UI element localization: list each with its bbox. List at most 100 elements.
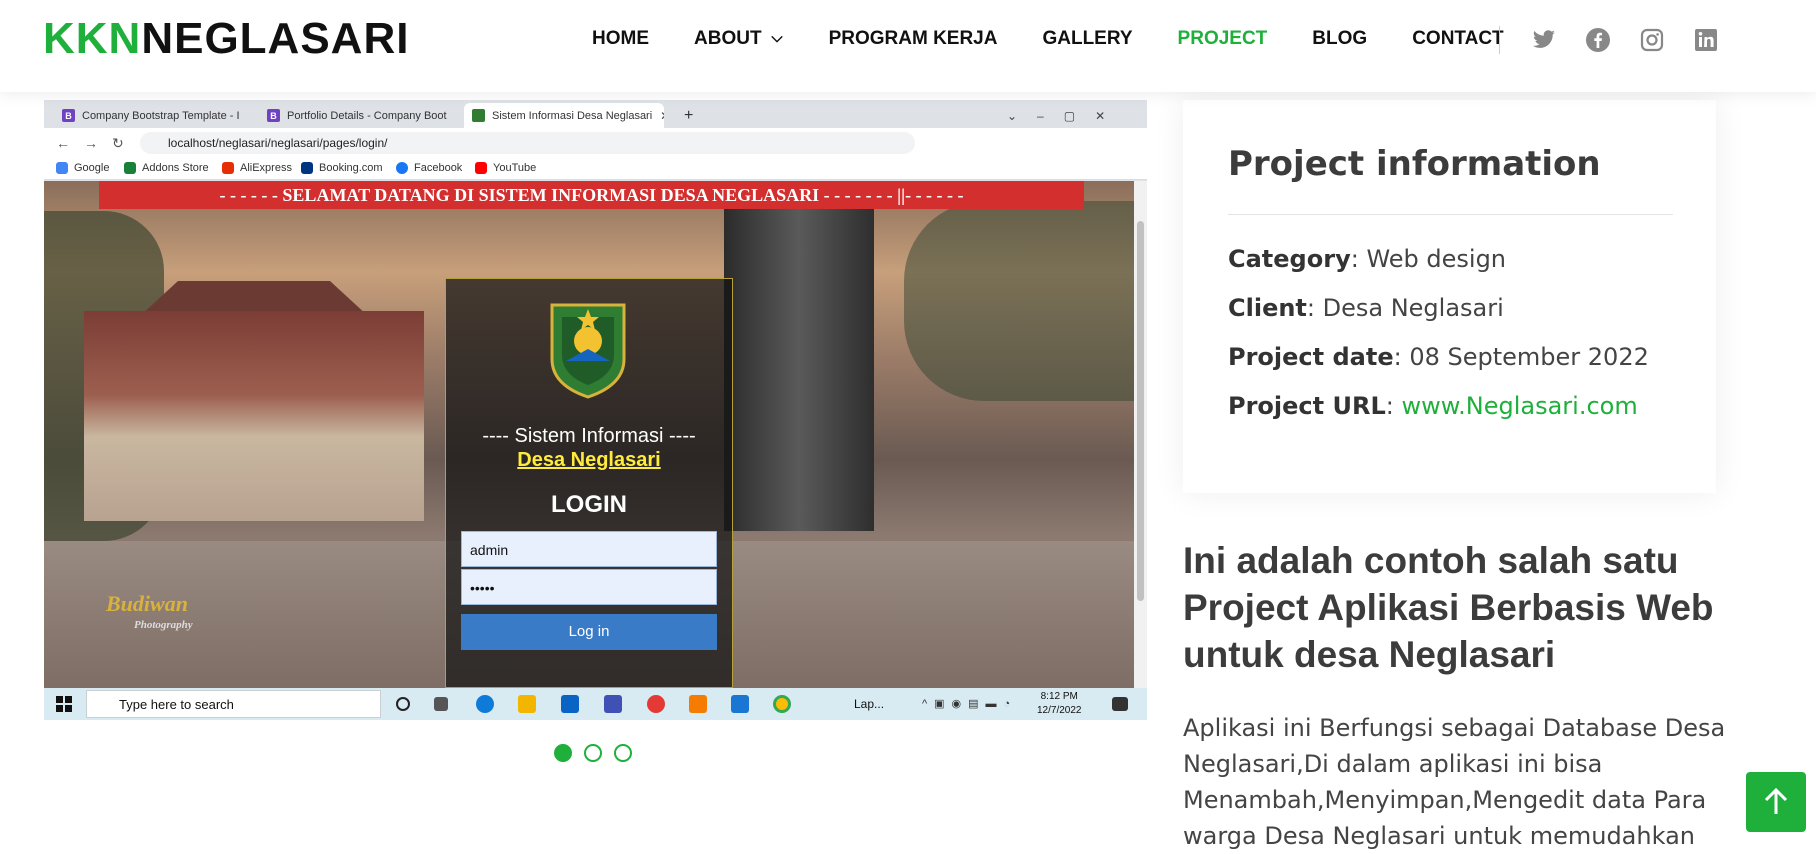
taskbar-search: Type here to search (86, 690, 381, 718)
bookmark: Addons Store (124, 162, 209, 174)
nav-gallery[interactable]: GALLERY (1042, 28, 1132, 50)
date-label: Project date (1228, 343, 1394, 371)
photography-watermark: Budiwan (106, 591, 188, 616)
nav-divider (1499, 26, 1500, 54)
main-nav: HOME ABOUT PROGRAM KERJA GALLERY PROJECT… (592, 28, 1549, 50)
system-tray-icons: ^▣◉▤▬◔ (922, 698, 1018, 710)
bookmark: Booking.com (301, 162, 383, 174)
bootstrap-icon: B (267, 109, 280, 122)
nav-about[interactable]: ABOUT (694, 28, 784, 50)
browser-tab-label: Portfolio Details - Company Boot (287, 109, 447, 122)
folder-icon (518, 695, 536, 713)
vscode-icon (731, 695, 749, 713)
bookmark: AliExpress (222, 162, 292, 174)
carousel-dot[interactable] (614, 744, 632, 762)
bookmark-label: AliExpress (240, 162, 292, 174)
login-button: Log in (461, 614, 717, 650)
login-subtitle: Desa Neglasari (517, 449, 661, 471)
project-url: Project URL: www.Neglasari.com (1228, 392, 1638, 420)
divider (1228, 214, 1673, 215)
project-client: Client: Desa Neglasari (1228, 294, 1504, 322)
facebook-icon[interactable] (1584, 26, 1612, 54)
taskbar-clock: 8:12 PM 12/7/2022 (1037, 690, 1082, 718)
category-label: Category (1228, 245, 1351, 273)
carousel-dot[interactable] (554, 744, 572, 762)
linkedin-icon[interactable] (1692, 26, 1720, 54)
welcome-banner: - - - - - - SELAMAT DATANG DI SISTEM INF… (99, 181, 1084, 209)
login-panel: ---- Sistem Informasi ---- Desa Neglasar… (445, 278, 733, 688)
bootstrap-icon: B (62, 109, 75, 122)
notification-icon (1112, 697, 1128, 711)
site-header: KKNNEGLASARI HOME ABOUT PROGRAM KERJA GA… (0, 0, 1816, 92)
logo-part-neglasari: NEGLASARI (141, 14, 410, 63)
project-info-box: Project information Category: Web design… (1183, 100, 1716, 493)
twitter-icon[interactable] (1530, 26, 1558, 54)
project-category: Category: Web design (1228, 245, 1507, 273)
browser-nav-icons: ←→↻ (56, 135, 138, 151)
taskbar-app-label: Lap... (854, 697, 885, 711)
chevron-down-icon (770, 35, 783, 43)
nav-home[interactable]: HOME (592, 28, 649, 50)
password-field: ••••• (461, 569, 717, 605)
nav-blog-label: BLOG (1312, 28, 1368, 49)
project-date: Project date: 08 September 2022 (1228, 343, 1649, 371)
nav-blog[interactable]: BLOG (1312, 28, 1367, 50)
clock-time: 8:12 PM (1040, 691, 1078, 702)
nav-contact[interactable]: CONTACT (1412, 28, 1503, 50)
nav-program-kerja[interactable]: PROGRAM KERJA (829, 28, 998, 50)
browser-tab: B Company Bootstrap Template - I (54, 103, 252, 128)
browser-tab: B Portfolio Details - Company Boot (259, 103, 459, 128)
client-label: Client (1228, 294, 1307, 322)
windows-start-icon (56, 696, 72, 712)
browser-tab-label: Company Bootstrap Template - I (82, 109, 240, 122)
chrome-icon (773, 695, 791, 713)
bookmark: Google (56, 162, 109, 174)
browser-tab-label: Sistem Informasi Desa Neglasari (492, 109, 653, 122)
mail-icon (561, 695, 579, 713)
photography-watermark-sub: Photography (134, 619, 193, 631)
windows-taskbar: Type here to search Lap... ^▣◉▤▬◔ 8:12 P… (44, 688, 1147, 720)
site-logo[interactable]: KKNNEGLASARI (43, 14, 409, 64)
url-label: Project URL (1228, 392, 1386, 420)
instagram-icon[interactable] (1638, 26, 1666, 54)
bookmarks-bar: Google Addons Store AliExpress Booking.c… (44, 158, 1147, 180)
back-to-top-button[interactable] (1746, 772, 1806, 832)
nav-home-label: HOME (592, 28, 649, 49)
scrollbar-thumb (1137, 221, 1144, 601)
login-page-viewport: - - - - - - SELAMAT DATANG DI SISTEM INF… (44, 181, 1134, 688)
project-description-heading: Ini adalah contoh salah satu Project Apl… (1183, 540, 1714, 675)
nav-project-label: PROJECT (1177, 28, 1268, 49)
shield-icon (472, 109, 485, 122)
app-icon (604, 695, 622, 713)
project-url-link[interactable]: www.Neglasari.com (1401, 392, 1637, 420)
logo-part-kkn: KKN (43, 14, 142, 63)
cortana-icon (396, 697, 410, 711)
building-shape (84, 311, 424, 521)
browser-address-bar: ←→↻ localhost/neglasari/neglasari/pages/… (44, 128, 1147, 158)
bookmark-label: Google (74, 162, 110, 174)
login-heading: LOGIN (551, 491, 627, 518)
nav-project[interactable]: PROJECT (1178, 28, 1268, 50)
village-seal-icon (550, 303, 626, 399)
project-description-text: Aplikasi ini Berfungsi sebagai Database … (1183, 714, 1726, 850)
bookmark-label: Booking.com (319, 162, 383, 174)
window-controls: ⌄–▢✕ (1007, 108, 1119, 123)
browser-scrollbar (1134, 181, 1147, 688)
edge-icon (476, 695, 494, 713)
social-links (1530, 26, 1746, 54)
project-screenshot: B Company Bootstrap Template - I B Portfol… (44, 100, 1147, 720)
project-info-title: Project information (1228, 144, 1601, 184)
bookmark: Facebook (396, 162, 462, 174)
arrow-up-icon (1764, 788, 1788, 814)
date-value: 08 September 2022 (1409, 343, 1649, 371)
username-field: admin (461, 531, 717, 567)
new-tab-icon: + (684, 106, 694, 124)
nav-gallery-label: GALLERY (1042, 28, 1133, 49)
category-value: Web design (1366, 245, 1507, 273)
xampp-icon (689, 695, 707, 713)
bookmark: YouTube (475, 162, 536, 174)
monument-shape (724, 201, 874, 531)
carousel-dot[interactable] (584, 744, 602, 762)
close-icon: ✕ (660, 109, 664, 123)
clock-date: 12/7/2022 (1037, 705, 1082, 716)
